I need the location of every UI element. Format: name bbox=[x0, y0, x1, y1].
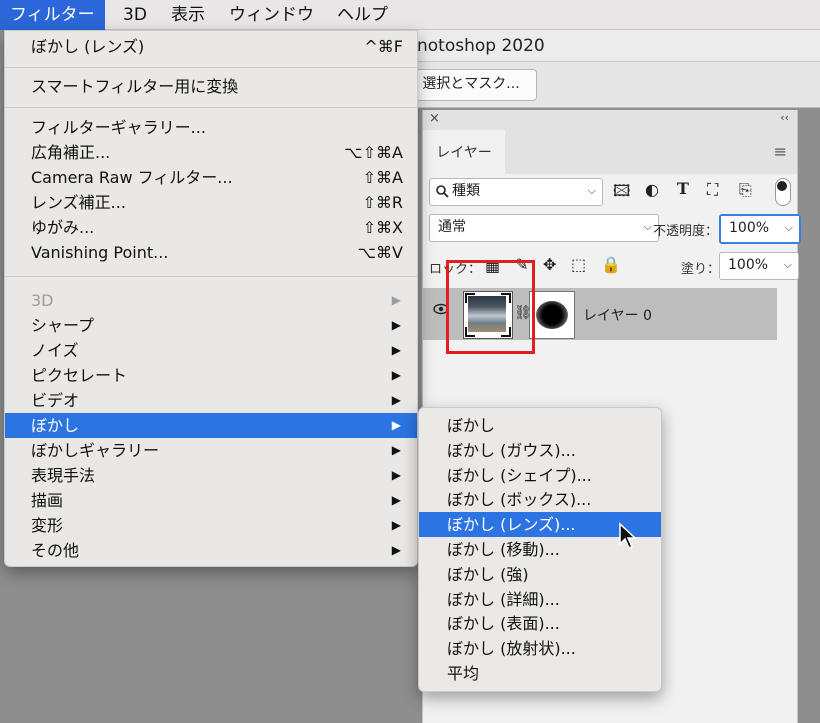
layer-name[interactable]: レイヤー 0 bbox=[583, 305, 652, 325]
menu-bar: フィルター 3D 表示 ウィンドウ ヘルプ bbox=[0, 0, 820, 30]
menu-item[interactable]: レンズ補正... ⇧⌘R bbox=[5, 190, 417, 215]
annotation-highlight-box bbox=[446, 260, 535, 354]
menu-separator bbox=[5, 276, 417, 277]
options-bar: 選択とマスク... bbox=[405, 62, 820, 108]
menu-item-submenu[interactable]: ぼかしギャラリー ▶ bbox=[5, 438, 417, 463]
filter-toggle[interactable] bbox=[775, 178, 791, 206]
blend-mode-value: 通常 bbox=[438, 219, 466, 235]
lock-position-icon[interactable]: ✥ bbox=[543, 255, 556, 274]
opacity-label: 不透明度： bbox=[653, 224, 719, 239]
chevron-right-icon: ▶ bbox=[391, 443, 401, 457]
chevron-right-icon: ▶ bbox=[391, 418, 401, 432]
lock-artboard-icon[interactable]: ⬚ bbox=[571, 255, 586, 274]
search-icon bbox=[436, 185, 449, 198]
menu-item-submenu[interactable]: その他 ▶ bbox=[5, 538, 417, 563]
menu-item-submenu[interactable]: 表現手法 ▶ bbox=[5, 463, 417, 488]
menu-separator bbox=[5, 107, 417, 108]
blur-menu-item[interactable]: ぼかし (強) bbox=[419, 562, 661, 587]
menu-item-submenu[interactable]: ピクセレート ▶ bbox=[5, 363, 417, 388]
menu-item-submenu[interactable]: シャープ ▶ bbox=[5, 313, 417, 338]
menu-separator bbox=[5, 67, 417, 68]
chevron-right-icon: ▶ bbox=[391, 343, 401, 357]
chevron-right-icon: ▶ bbox=[391, 543, 401, 557]
menu-item-submenu[interactable]: ビデオ ▶ bbox=[5, 388, 417, 413]
opacity-value: 100% bbox=[729, 220, 770, 236]
chevron-right-icon: ▶ bbox=[391, 518, 401, 532]
blur-menu-item[interactable]: ぼかし (ボックス)... bbox=[419, 487, 661, 512]
menu-item[interactable]: Vanishing Point... ⌥⌘V bbox=[5, 240, 417, 265]
shape-filter-icon[interactable]: ⛶ bbox=[707, 180, 718, 200]
blend-mode-select[interactable]: 通常 ⌵ bbox=[429, 214, 659, 242]
menu-item-convert-smart-filter[interactable]: スマートフィルター用に変換 bbox=[5, 74, 417, 99]
chevron-down-icon: ⌵ bbox=[783, 258, 792, 271]
chevron-down-icon: ⌵ bbox=[784, 221, 793, 234]
menu-filter[interactable]: フィルター bbox=[0, 0, 105, 30]
menu-item[interactable]: フィルターギャラリー... bbox=[5, 115, 417, 140]
filter-kind-label: 種類 bbox=[452, 183, 480, 199]
fill-label: 塗り： bbox=[681, 262, 721, 277]
chevron-down-icon: ⌵ bbox=[587, 184, 596, 197]
adjustment-filter-icon[interactable]: ◐ bbox=[645, 180, 659, 199]
blur-menu-item[interactable]: ぼかし (放射状)... bbox=[419, 636, 661, 661]
menu-item[interactable]: ゆがみ... ⇧⌘X bbox=[5, 215, 417, 240]
fill-field[interactable]: 100% ⌵ bbox=[719, 252, 799, 280]
menu-view[interactable]: 表示 bbox=[161, 0, 215, 30]
menu-item[interactable]: Camera Raw フィルター... ⇧⌘A bbox=[5, 165, 417, 190]
chevron-down-icon: ⌵ bbox=[643, 220, 652, 233]
blur-menu-item[interactable]: ぼかし (ガウス)... bbox=[419, 438, 661, 463]
tab-layers[interactable]: レイヤー bbox=[423, 130, 505, 174]
chevron-right-icon: ▶ bbox=[391, 293, 401, 307]
blur-menu-item[interactable]: ぼかし (詳細)... bbox=[419, 587, 661, 612]
menu-window[interactable]: ウィンドウ bbox=[219, 0, 324, 30]
menu-item-last-filter[interactable]: ぼかし (レンズ) ^⌘F bbox=[5, 34, 417, 59]
window-title: notoshop 2020 bbox=[417, 36, 545, 56]
menu-item-submenu[interactable]: 変形 ▶ bbox=[5, 513, 417, 538]
chevron-right-icon: ▶ bbox=[391, 393, 401, 407]
window-titlebar: notoshop 2020 bbox=[415, 30, 820, 62]
layer-filter-select[interactable]: 種類 ⌵ bbox=[429, 178, 603, 206]
smart-object-filter-icon[interactable]: ⎘ bbox=[739, 180, 752, 200]
blur-menu-item[interactable]: ぼかし (表面)... bbox=[419, 611, 661, 636]
menu-3d[interactable]: 3D bbox=[113, 0, 157, 30]
close-icon[interactable]: × bbox=[429, 111, 440, 126]
type-filter-icon[interactable]: T bbox=[677, 179, 689, 198]
panel-tab-row: レイヤー ≡ bbox=[423, 130, 797, 174]
panel-menu-icon[interactable]: ≡ bbox=[774, 142, 787, 161]
collapse-icon[interactable]: ‹‹ bbox=[780, 111, 789, 124]
mouse-cursor-icon bbox=[619, 522, 637, 550]
menu-item[interactable]: 広角補正... ⌥⇧⌘A bbox=[5, 140, 417, 165]
menu-item-submenu[interactable]: ぼかし ▶ bbox=[5, 413, 417, 438]
chevron-right-icon: ▶ bbox=[391, 318, 401, 332]
chevron-right-icon: ▶ bbox=[391, 368, 401, 382]
chevron-right-icon: ▶ bbox=[391, 493, 401, 507]
mask-thumbnail[interactable] bbox=[529, 291, 575, 339]
menu-item-submenu[interactable]: ノイズ ▶ bbox=[5, 338, 417, 363]
chevron-right-icon: ▶ bbox=[391, 468, 401, 482]
opacity-field[interactable]: 100% ⌵ bbox=[719, 214, 801, 244]
select-and-mask-button[interactable]: 選択とマスク... bbox=[405, 69, 537, 101]
panel-header: × ‹‹ bbox=[423, 110, 797, 131]
blur-menu-item[interactable]: 平均 bbox=[419, 661, 661, 686]
image-filter-icon[interactable]: 🖾 bbox=[613, 180, 630, 207]
fill-value: 100% bbox=[728, 257, 769, 273]
filter-menu: ぼかし (レンズ) ^⌘F スマートフィルター用に変換 フィルターギャラリー..… bbox=[4, 30, 418, 567]
lock-all-icon[interactable]: 🔒 bbox=[601, 255, 621, 274]
menu-help[interactable]: ヘルプ bbox=[327, 0, 398, 30]
menu-item-submenu[interactable]: 描画 ▶ bbox=[5, 488, 417, 513]
menu-item-submenu: 3D ▶ bbox=[5, 288, 417, 313]
blur-menu-item[interactable]: ぼかし bbox=[419, 413, 661, 438]
blur-menu-item[interactable]: ぼかし (シェイプ)... bbox=[419, 463, 661, 488]
